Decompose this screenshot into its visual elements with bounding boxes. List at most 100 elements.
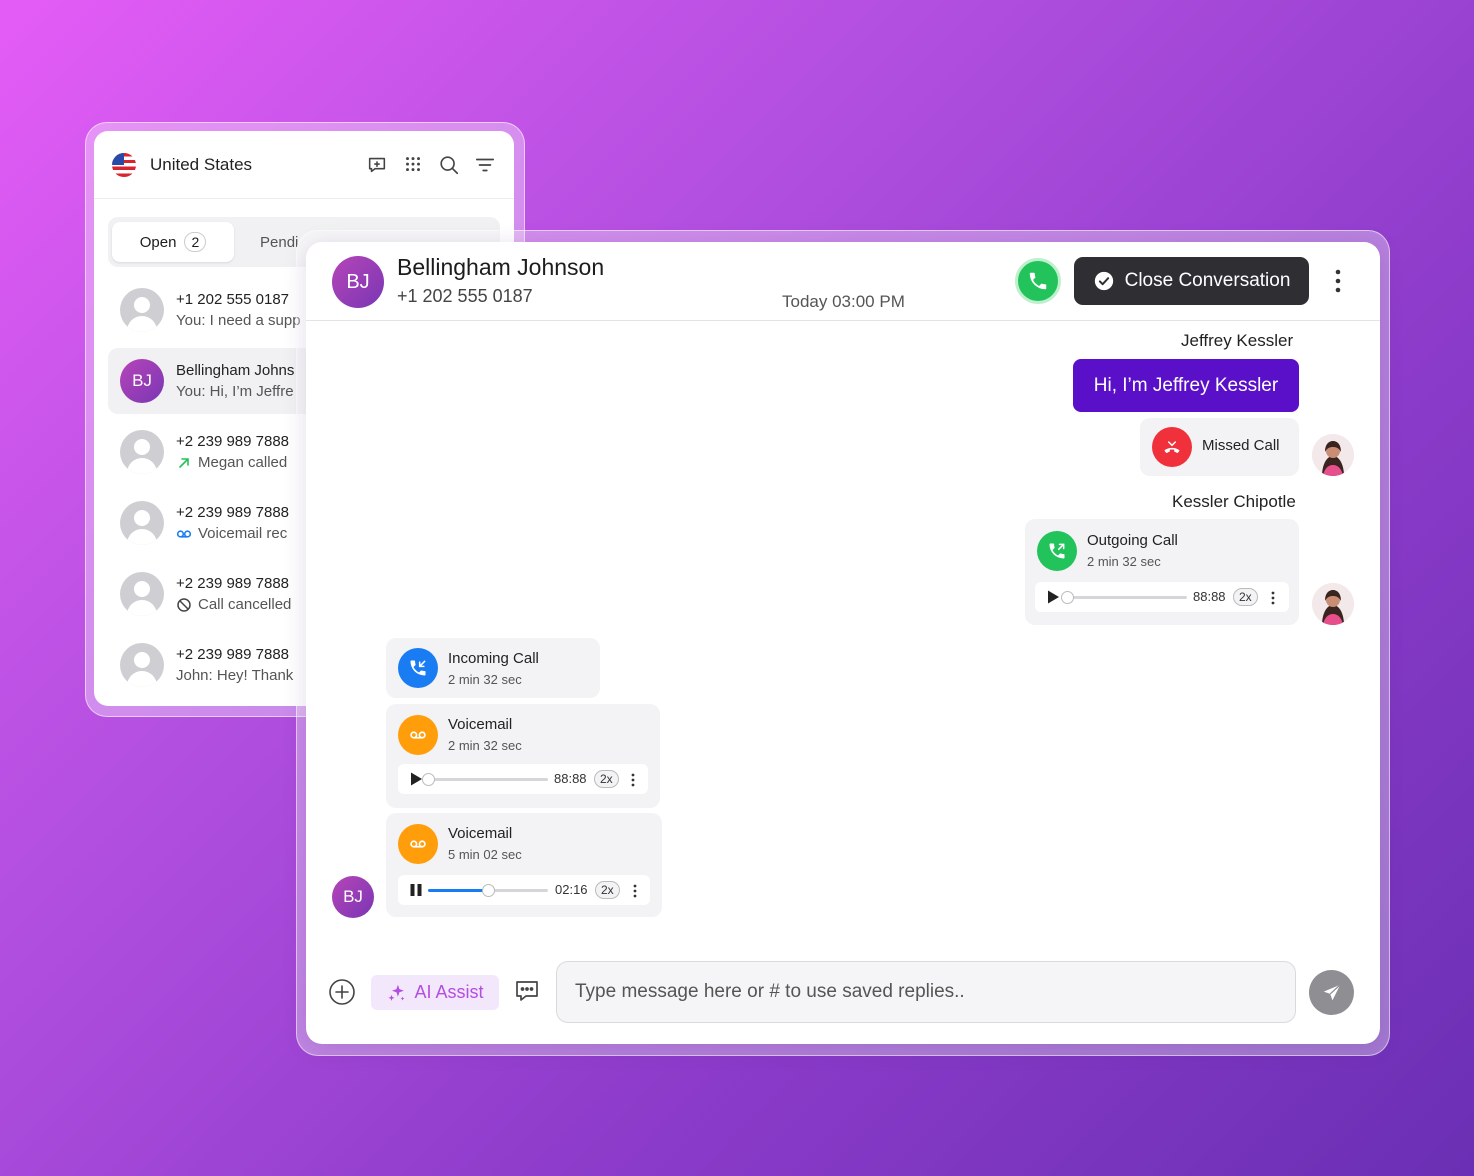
agent-avatar: [1312, 434, 1354, 476]
conversation-preview: You: I need a supp: [176, 312, 301, 329]
voicemail-duration: 5 min 02 sec: [448, 847, 522, 862]
saved-replies-icon[interactable]: [513, 977, 541, 1005]
agent-photo-icon: [1312, 583, 1354, 625]
check-circle-icon: [1094, 271, 1113, 291]
audio-progress-fill: [428, 889, 488, 892]
conversation-preview: John: Hey! Thank: [176, 667, 294, 684]
dialpad-icon[interactable]: [402, 154, 424, 176]
playback-speed-button[interactable]: 2x: [1233, 588, 1258, 606]
audio-time: 02:16: [555, 882, 588, 897]
playback-speed-button[interactable]: 2x: [594, 770, 619, 788]
send-button[interactable]: [1309, 970, 1354, 1015]
search-icon[interactable]: [438, 154, 460, 176]
avatar: [120, 501, 164, 545]
voicemail-icon: [398, 824, 438, 864]
avatar: BJ: [120, 359, 164, 403]
outgoing-message[interactable]: Hi, I’m Jeffrey Kessler: [1073, 359, 1299, 412]
player-more-icon[interactable]: [632, 883, 638, 899]
voicemail-icon: [176, 529, 192, 538]
audio-progress-track[interactable]: [1061, 591, 1187, 604]
voicemail-title: Voicemail: [448, 716, 513, 733]
outgoing-call-card[interactable]: Outgoing Call 2 min 32 sec 88:88 2x: [1025, 519, 1299, 625]
audio-scrubber[interactable]: [422, 773, 435, 786]
voicemail-title: Voicemail: [448, 825, 513, 842]
add-attachment-icon[interactable]: [328, 978, 356, 1006]
audio-player: 88:88 2x: [398, 764, 648, 794]
voicemail-card[interactable]: Voicemail 2 min 32 sec 88:88 2x: [386, 704, 660, 808]
voicemail-duration: 2 min 32 sec: [448, 738, 522, 753]
avatar: [120, 288, 164, 332]
message-input[interactable]: [556, 961, 1296, 1023]
conversation-name: +2 239 989 7888: [176, 504, 290, 521]
audio-time: 88:88: [554, 771, 587, 786]
conversation-preview: Voicemail rec: [198, 525, 288, 542]
avatar: [120, 572, 164, 616]
incoming-call-icon: [398, 648, 438, 688]
new-message-icon[interactable]: [366, 154, 388, 176]
chat-window: BJ Bellingham Johnson +1 202 555 0187 To…: [306, 242, 1380, 1044]
conversation-name: +2 239 989 7888: [176, 433, 290, 450]
contact-avatar: BJ: [332, 256, 384, 308]
conversation-name: +2 239 989 7888: [176, 646, 290, 663]
audio-time: 88:88: [1193, 589, 1226, 604]
conversation-name: +1 202 555 0187: [176, 291, 290, 308]
open-count-badge: 2: [184, 232, 207, 252]
call-duration: 2 min 32 sec: [448, 672, 522, 687]
missed-call-label: Missed Call: [1202, 437, 1280, 454]
missed-call-card[interactable]: Missed Call: [1140, 418, 1299, 476]
conversation-name: +2 239 989 7888: [176, 575, 290, 592]
contact-avatar-small: BJ: [332, 876, 374, 918]
region-selector[interactable]: United States: [150, 155, 252, 175]
ai-assist-button[interactable]: AI Assist: [371, 975, 499, 1010]
avatar: [120, 430, 164, 474]
close-conversation-button[interactable]: Close Conversation: [1074, 257, 1309, 305]
sparkle-icon: [388, 984, 405, 1001]
send-icon: [1323, 983, 1341, 1000]
voicemail-icon: [398, 715, 438, 755]
call-title: Incoming Call: [448, 650, 539, 667]
ai-assist-label: AI Assist: [414, 982, 484, 1002]
voicemail-card[interactable]: Voicemail 5 min 02 sec 02:16 2x: [386, 813, 662, 917]
more-options-icon[interactable]: [1328, 266, 1348, 296]
phone-icon: [1029, 272, 1047, 290]
conversation-preview: You: Hi, I’m Jeffre: [176, 383, 294, 400]
contact-phone: +1 202 555 0187: [397, 286, 533, 306]
sender-name: Jeffrey Kessler: [1181, 331, 1294, 350]
call-button[interactable]: [1015, 258, 1061, 304]
outgoing-call-icon: [1037, 531, 1077, 571]
avatar: [120, 643, 164, 687]
close-conversation-label: Close Conversation: [1124, 270, 1291, 291]
contact-name: Bellingham Johnson: [397, 254, 605, 280]
audio-scrubber[interactable]: [482, 884, 495, 897]
audio-scrubber[interactable]: [1061, 591, 1074, 604]
conversation-name: Bellingham Johns: [176, 362, 295, 379]
tab-open[interactable]: Open 2: [112, 222, 234, 262]
tab-pending[interactable]: Pendi: [260, 234, 298, 251]
us-flag-icon[interactable]: [112, 152, 136, 177]
pause-icon[interactable]: [408, 882, 424, 898]
list-header: United States: [94, 131, 514, 199]
outgoing-arrow-icon: [179, 457, 189, 468]
conversation-preview: Call cancelled: [198, 596, 292, 613]
audio-progress-track[interactable]: [428, 884, 548, 897]
agent-avatar: [1312, 583, 1354, 625]
sender-name: Kessler Chipotle: [1172, 492, 1296, 511]
call-duration: 2 min 32 sec: [1087, 554, 1161, 569]
play-icon[interactable]: [1045, 589, 1061, 605]
audio-player: 02:16 2x: [398, 875, 650, 905]
chat-header: BJ Bellingham Johnson +1 202 555 0187 To…: [306, 242, 1380, 321]
missed-call-icon: [1152, 427, 1192, 467]
incoming-call-card[interactable]: Incoming Call 2 min 32 sec: [386, 638, 600, 698]
cancelled-icon: [177, 597, 191, 612]
filter-icon[interactable]: [474, 154, 496, 176]
playback-speed-button[interactable]: 2x: [595, 881, 620, 899]
conversation-timestamp: Today 03:00 PM: [782, 292, 905, 311]
agent-photo-icon: [1312, 434, 1354, 476]
player-more-icon[interactable]: [630, 772, 636, 788]
conversation-preview: Megan called: [198, 454, 288, 471]
call-title: Outgoing Call: [1087, 532, 1178, 549]
tab-open-label: Open: [139, 233, 177, 251]
player-more-icon[interactable]: [1270, 590, 1276, 606]
audio-player: 88:88 2x: [1035, 582, 1289, 612]
audio-progress-track[interactable]: [422, 773, 548, 786]
